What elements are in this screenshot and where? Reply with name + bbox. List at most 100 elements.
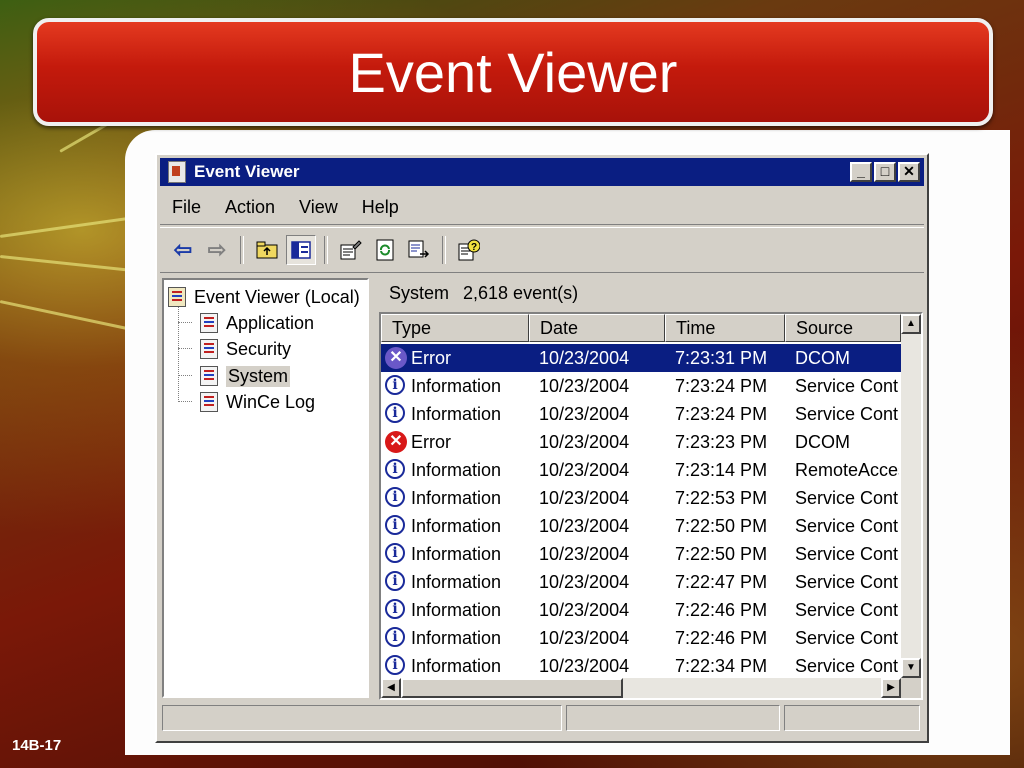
- properties-icon: [340, 240, 362, 260]
- information-icon: i: [385, 599, 405, 619]
- help-button[interactable]: ?: [454, 235, 484, 265]
- event-date: 10/23/2004: [539, 404, 630, 424]
- refresh-icon: [376, 239, 394, 261]
- event-list[interactable]: Type Date Time Source ✕ Error 10/23/2004 7:…: [379, 312, 923, 700]
- menu-view[interactable]: View: [287, 197, 350, 218]
- scroll-down-button[interactable]: ▼: [901, 658, 921, 678]
- tree-item-label: Event Viewer (Local): [194, 286, 360, 307]
- event-type: Information: [411, 488, 502, 508]
- event-row[interactable]: ✕ Error 10/23/2004 7:23:31 PM DCOM: [381, 344, 901, 372]
- toolbar-separator: [240, 236, 244, 264]
- menu-file[interactable]: File: [160, 197, 213, 218]
- console-tree[interactable]: Event Viewer (Local) Application Securit…: [162, 278, 369, 698]
- properties-button[interactable]: [336, 235, 366, 265]
- scroll-up-button[interactable]: ▲: [901, 314, 921, 334]
- event-type: Error: [411, 432, 451, 452]
- information-icon: i: [385, 459, 405, 479]
- column-header-date[interactable]: Date: [529, 314, 665, 342]
- event-row[interactable]: i Information 10/23/2004 7:22:46 PM Service …: [381, 596, 901, 624]
- event-source: Service Control Manager: [795, 376, 899, 396]
- event-source: DCOM: [795, 432, 850, 452]
- toolbar-separator: [324, 236, 328, 264]
- tree-item-system[interactable]: System: [200, 364, 291, 388]
- computer-log-icon: [168, 287, 186, 307]
- log-file-icon: [200, 392, 218, 412]
- status-pane: [162, 705, 562, 731]
- up-one-level-button[interactable]: [252, 235, 282, 265]
- log-header: System 2,618 event(s): [375, 278, 923, 308]
- event-time: 7:22:46 PM: [675, 600, 768, 620]
- information-icon: i: [385, 655, 405, 675]
- forward-button[interactable]: ⇨: [202, 235, 232, 265]
- maximize-button[interactable]: □: [874, 162, 896, 182]
- slide-number: 14B-17: [12, 737, 62, 754]
- close-button[interactable]: ✕: [898, 162, 920, 182]
- event-date: 10/23/2004: [539, 488, 630, 508]
- event-time: 7:22:47 PM: [675, 572, 768, 592]
- log-name: System: [389, 282, 450, 303]
- tree-item-application[interactable]: Application: [200, 311, 314, 335]
- event-viewer-app-icon[interactable]: [168, 161, 186, 183]
- vertical-scrollbar[interactable]: ▲ ▼: [901, 314, 921, 678]
- menu-help[interactable]: Help: [350, 197, 411, 218]
- event-row[interactable]: i Information 10/23/2004 7:23:14 PM RemoteAc…: [381, 456, 901, 484]
- event-row[interactable]: i Information 10/23/2004 7:22:34 PM Service …: [381, 652, 901, 680]
- tree-item-label: WinCe Log: [226, 391, 316, 412]
- information-icon: i: [385, 515, 405, 535]
- event-date: 10/23/2004: [539, 628, 630, 648]
- menu-action[interactable]: Action: [213, 197, 287, 218]
- event-row[interactable]: i Information 10/23/2004 7:23:24 PM Service …: [381, 400, 901, 428]
- menu-bar: File Action View Help: [160, 190, 924, 225]
- event-source: RemoteAccess: [795, 460, 899, 480]
- show-hide-tree-button[interactable]: [286, 235, 316, 265]
- scroll-corner: [901, 678, 921, 698]
- event-row[interactable]: i Information 10/23/2004 7:23:24 PM Service …: [381, 372, 901, 400]
- column-header-time[interactable]: Time: [665, 314, 785, 342]
- event-row[interactable]: i Information 10/23/2004 7:22:46 PM Service …: [381, 624, 901, 652]
- event-type: Information: [411, 376, 502, 396]
- horizontal-scroll-thumb[interactable]: [401, 678, 623, 698]
- export-list-button[interactable]: [404, 235, 434, 265]
- event-row[interactable]: i Information 10/23/2004 7:22:50 PM Service …: [381, 540, 901, 568]
- event-viewer-window: Event Viewer _ □ ✕ File Action View Help…: [155, 153, 929, 743]
- details-pane: System 2,618 event(s) Type Date Time Sou…: [375, 278, 923, 700]
- event-source: Service Control Manager: [795, 600, 899, 620]
- scroll-left-button[interactable]: ◀: [381, 678, 401, 698]
- event-row[interactable]: i Information 10/23/2004 7:22:47 PM Service …: [381, 568, 901, 596]
- horizontal-scrollbar[interactable]: ◀ ▶: [381, 678, 901, 698]
- event-date: 10/23/2004: [539, 600, 630, 620]
- event-row[interactable]: ✕ Error 10/23/2004 7:23:23 PM DCOM: [381, 428, 901, 456]
- event-time: 7:22:53 PM: [675, 488, 768, 508]
- tree-item-root[interactable]: Event Viewer (Local): [168, 285, 360, 309]
- event-time: 7:23:24 PM: [675, 404, 768, 424]
- event-source: DCOM: [795, 348, 850, 368]
- status-bar: [162, 705, 922, 733]
- scroll-right-button[interactable]: ▶: [881, 678, 901, 698]
- back-button[interactable]: ⇦: [168, 235, 198, 265]
- forward-arrow-icon: ⇨: [207, 237, 227, 262]
- event-source: Service Control Manager: [795, 488, 899, 508]
- event-date: 10/23/2004: [539, 656, 630, 676]
- minimize-button[interactable]: _: [850, 162, 872, 182]
- event-row[interactable]: i Information 10/23/2004 7:22:53 PM Service …: [381, 484, 901, 512]
- event-date: 10/23/2004: [539, 348, 630, 368]
- tree-item-security[interactable]: Security: [200, 337, 291, 361]
- window-title: Event Viewer: [194, 162, 300, 181]
- event-date: 10/23/2004: [539, 544, 630, 564]
- tree-line: [178, 401, 192, 402]
- event-row[interactable]: i Information 10/23/2004 7:22:50 PM Service …: [381, 512, 901, 540]
- show-hide-tree-icon: [291, 241, 311, 259]
- event-source: Service Control Manager: [795, 404, 899, 424]
- event-time: 7:22:46 PM: [675, 628, 768, 648]
- title-banner: Event Viewer: [33, 18, 993, 126]
- column-header-source[interactable]: Source: [785, 314, 901, 342]
- refresh-button[interactable]: [370, 235, 400, 265]
- error-icon: ✕: [385, 347, 407, 369]
- information-icon: i: [385, 487, 405, 507]
- export-list-icon: [408, 240, 430, 258]
- tree-line: [178, 375, 192, 376]
- tree-item-wince-log[interactable]: WinCe Log: [200, 390, 315, 414]
- column-header-type[interactable]: Type: [381, 314, 529, 342]
- window-titlebar[interactable]: Event Viewer _ □ ✕: [160, 158, 924, 186]
- event-date: 10/23/2004: [539, 432, 630, 452]
